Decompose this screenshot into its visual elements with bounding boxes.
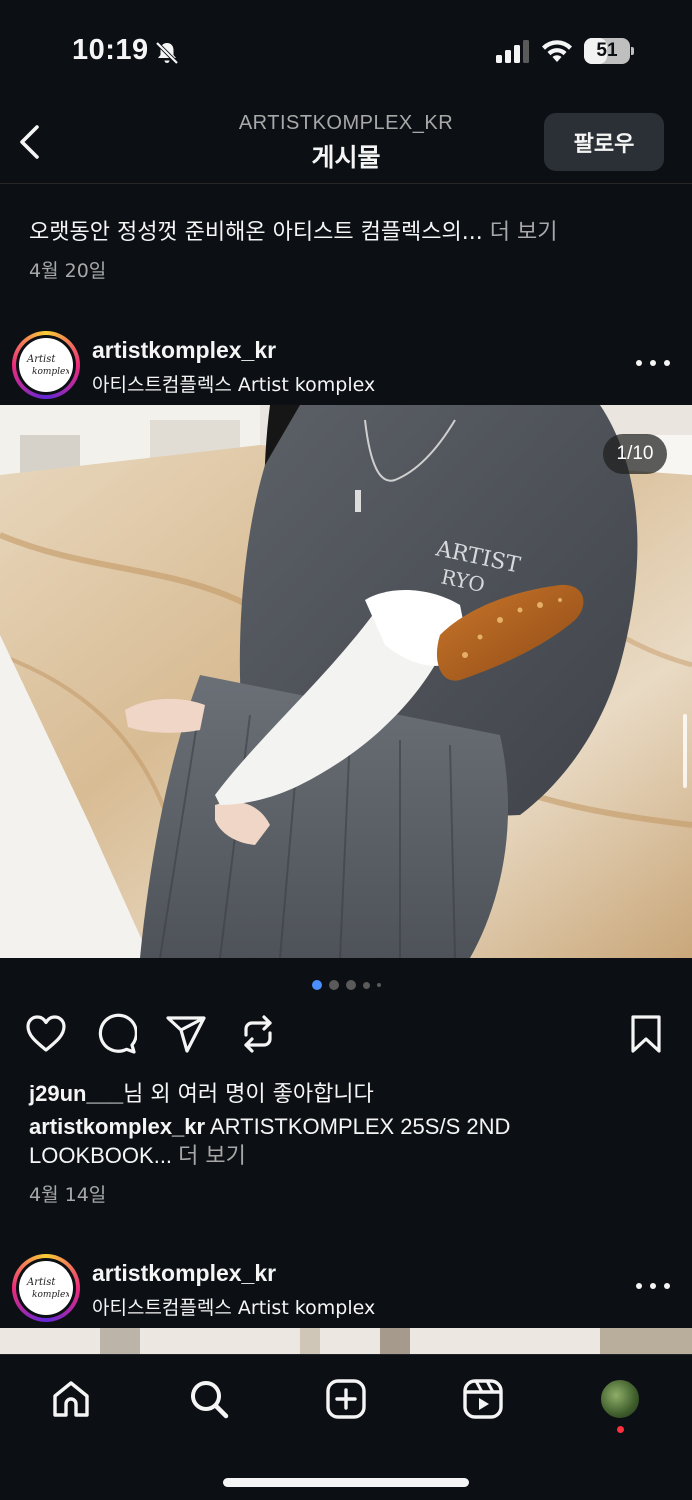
status-time: 10:19 xyxy=(72,34,149,66)
svg-text:komplex: komplex xyxy=(32,1290,69,1300)
previous-post-caption[interactable]: 오랫동안 정성껏 준비해온 아티스트 컴플렉스의... 더 보기 xyxy=(29,214,557,246)
follow-button[interactable]: 팔로우 xyxy=(544,113,664,171)
more-link[interactable]: 더 보기 xyxy=(490,220,558,245)
battery-level: 51 xyxy=(596,40,618,61)
post-image: ARTIST RYO xyxy=(0,405,692,958)
profile-avatar xyxy=(599,1378,641,1420)
post-header-bar: ARTISTKOMPLEX_KR 게시물 팔로우 xyxy=(0,100,692,184)
reels-icon xyxy=(463,1379,503,1419)
carousel-dot xyxy=(376,983,381,987)
notification-dot xyxy=(617,1426,624,1433)
like-button[interactable] xyxy=(24,1012,68,1056)
carousel-dots xyxy=(0,980,692,990)
battery-icon: 51 xyxy=(584,38,634,64)
bell-off-icon xyxy=(155,41,179,65)
comment-button[interactable] xyxy=(94,1012,138,1056)
svg-text:komplex: komplex xyxy=(32,367,69,377)
avatar[interactable]: Artist komplex xyxy=(12,1254,80,1322)
post-subtitle[interactable]: 아티스트컴플렉스 Artist komplex xyxy=(92,1293,375,1320)
comment-icon xyxy=(98,1013,137,1054)
post-photo[interactable]: ARTIST RYO xyxy=(0,405,692,958)
carousel-dot xyxy=(311,980,322,990)
repost-icon xyxy=(244,1015,272,1053)
liked-by-username[interactable]: j29un___ xyxy=(29,1081,123,1106)
svg-text:Artist: Artist xyxy=(26,1277,56,1288)
more-link[interactable]: 더 보기 xyxy=(178,1144,246,1169)
nav-search[interactable] xyxy=(185,1375,233,1423)
post-caption[interactable]: artistkomplex_kr ARTISTKOMPLEX 25S/S 2ND… xyxy=(29,1112,629,1171)
post-date: 4월 14일 xyxy=(29,1184,107,1206)
create-icon xyxy=(326,1379,366,1419)
artist-komplex-logo: Artist komplex xyxy=(26,1277,69,1300)
nav-reels[interactable] xyxy=(459,1375,507,1423)
search-icon xyxy=(191,1381,229,1419)
likes-text: 님 외 여러 명이 좋아합니다 xyxy=(123,1082,374,1107)
nav-create[interactable] xyxy=(322,1375,370,1423)
heart-icon xyxy=(26,1015,66,1052)
status-bar: 10:19 51 xyxy=(0,0,692,100)
post-username[interactable]: artistkomplex_kr xyxy=(92,1260,276,1287)
cellular-signal-icon xyxy=(496,40,529,63)
likes-summary[interactable]: j29un___님 외 여러 명이 좋아합니다 xyxy=(29,1076,374,1108)
artist-komplex-logo: Artist komplex xyxy=(26,354,69,377)
post-subtitle[interactable]: 아티스트컴플렉스 Artist komplex xyxy=(92,370,375,397)
caption-username[interactable]: artistkomplex_kr xyxy=(29,1114,205,1139)
more-options-button[interactable] xyxy=(636,353,670,373)
avatar[interactable]: Artist komplex xyxy=(12,331,80,399)
share-button[interactable] xyxy=(164,1012,208,1056)
nav-home[interactable] xyxy=(47,1375,95,1423)
bookmark-icon xyxy=(631,1015,661,1053)
carousel-counter: 1/10 xyxy=(603,434,667,474)
post-author-row: Artist komplex artistkomplex_kr 아티스트컴플렉스… xyxy=(0,325,692,405)
carousel-dot xyxy=(345,980,356,990)
save-button[interactable] xyxy=(624,1012,668,1056)
carousel-dot xyxy=(328,980,339,990)
svg-text:Artist: Artist xyxy=(26,354,56,365)
wifi-icon xyxy=(542,40,572,62)
scroll-indicator[interactable] xyxy=(683,714,687,788)
post-username[interactable]: artistkomplex_kr xyxy=(92,337,276,364)
home-icon xyxy=(53,1381,89,1417)
more-options-button[interactable] xyxy=(636,1276,670,1296)
next-post-author-row: Artist komplex artistkomplex_kr 아티스트컴플렉스… xyxy=(0,1248,692,1328)
paper-plane-icon xyxy=(166,1016,206,1053)
repost-button[interactable] xyxy=(236,1012,280,1056)
post-actions xyxy=(0,1010,692,1058)
home-indicator[interactable] xyxy=(223,1478,469,1487)
previous-caption-text: 오랫동안 정성껏 준비해온 아티스트 컴플렉스의... xyxy=(29,220,483,245)
carousel-dot xyxy=(362,981,370,989)
previous-post-date: 4월 20일 xyxy=(29,260,107,282)
nav-profile[interactable] xyxy=(596,1375,644,1423)
